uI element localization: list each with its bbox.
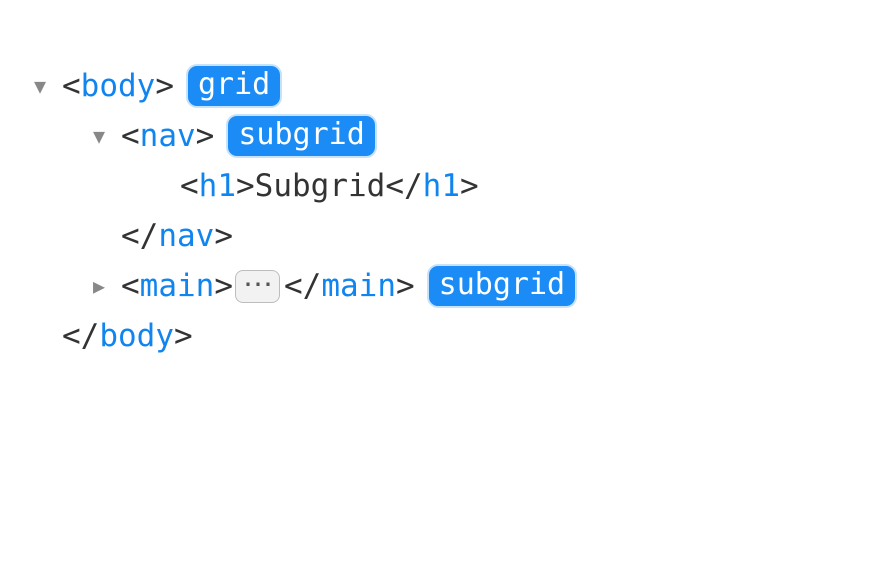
tag-name: nav — [158, 212, 214, 262]
angle-bracket: > — [396, 262, 415, 312]
angle-bracket: </ — [284, 262, 321, 312]
angle-bracket: > — [155, 62, 174, 112]
angle-bracket: < — [62, 62, 81, 112]
angle-bracket: < — [180, 162, 199, 212]
dom-node-nav-open[interactable]: ▼ <nav> subgrid — [34, 112, 886, 162]
expand-toggle-icon[interactable]: ▼ — [34, 76, 62, 96]
dom-node-main[interactable]: ▶ <main> ⋯ </main> subgrid — [34, 262, 886, 312]
angle-bracket: </ — [62, 312, 99, 362]
dom-node-body-open[interactable]: ▼ <body> grid — [34, 62, 886, 112]
angle-bracket: < — [121, 112, 140, 162]
tag-name: body — [81, 62, 156, 112]
layout-badge-subgrid[interactable]: subgrid — [429, 266, 575, 306]
expand-toggle-icon[interactable]: ▶ — [93, 276, 121, 296]
dom-node-body-close[interactable]: </body> — [34, 312, 886, 362]
tag-name: main — [321, 262, 396, 312]
dom-node-h1[interactable]: <h1>Subgrid</h1> — [34, 162, 886, 212]
tag-name: h1 — [423, 162, 460, 212]
angle-bracket: > — [236, 162, 255, 212]
angle-bracket: </ — [385, 162, 422, 212]
tag-name: h1 — [199, 162, 236, 212]
text-content: Subgrid — [255, 162, 386, 212]
angle-bracket: > — [214, 212, 233, 262]
angle-bracket: > — [460, 162, 479, 212]
collapsed-ellipsis-icon[interactable]: ⋯ — [235, 270, 280, 303]
angle-bracket: > — [196, 112, 215, 162]
dom-node-nav-close[interactable]: </nav> — [34, 212, 886, 262]
tag-name: nav — [140, 112, 196, 162]
layout-badge-grid[interactable]: grid — [188, 66, 280, 106]
angle-bracket: </ — [121, 212, 158, 262]
expand-toggle-icon[interactable]: ▼ — [93, 126, 121, 146]
tag-name: main — [140, 262, 215, 312]
tag-name: body — [99, 312, 174, 362]
angle-bracket: > — [214, 262, 233, 312]
angle-bracket: > — [174, 312, 193, 362]
angle-bracket: < — [121, 262, 140, 312]
layout-badge-subgrid[interactable]: subgrid — [228, 116, 374, 156]
